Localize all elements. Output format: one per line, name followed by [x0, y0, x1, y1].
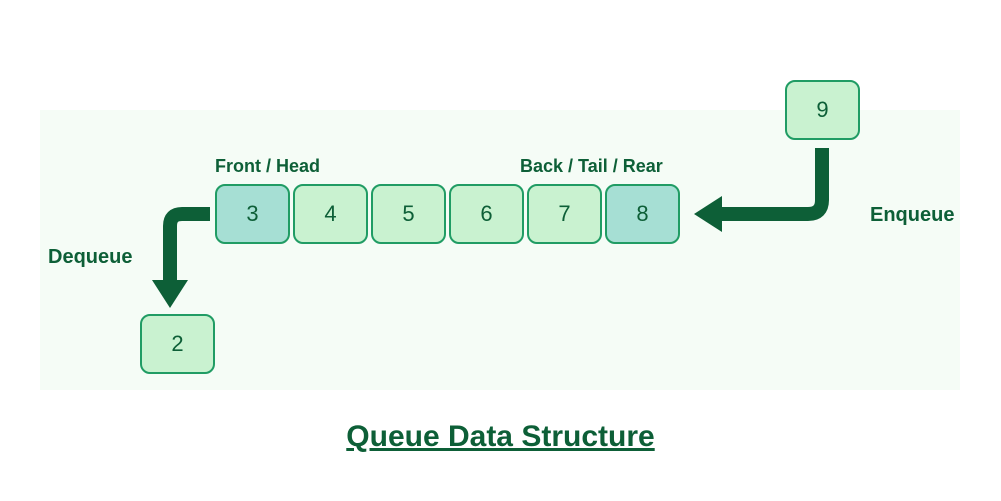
queue-diagram: 3 4 5 6 7 8 2 9 Front / Head Back / Tail…	[0, 0, 1001, 501]
diagram-title: Queue Data Structure	[0, 420, 1001, 454]
